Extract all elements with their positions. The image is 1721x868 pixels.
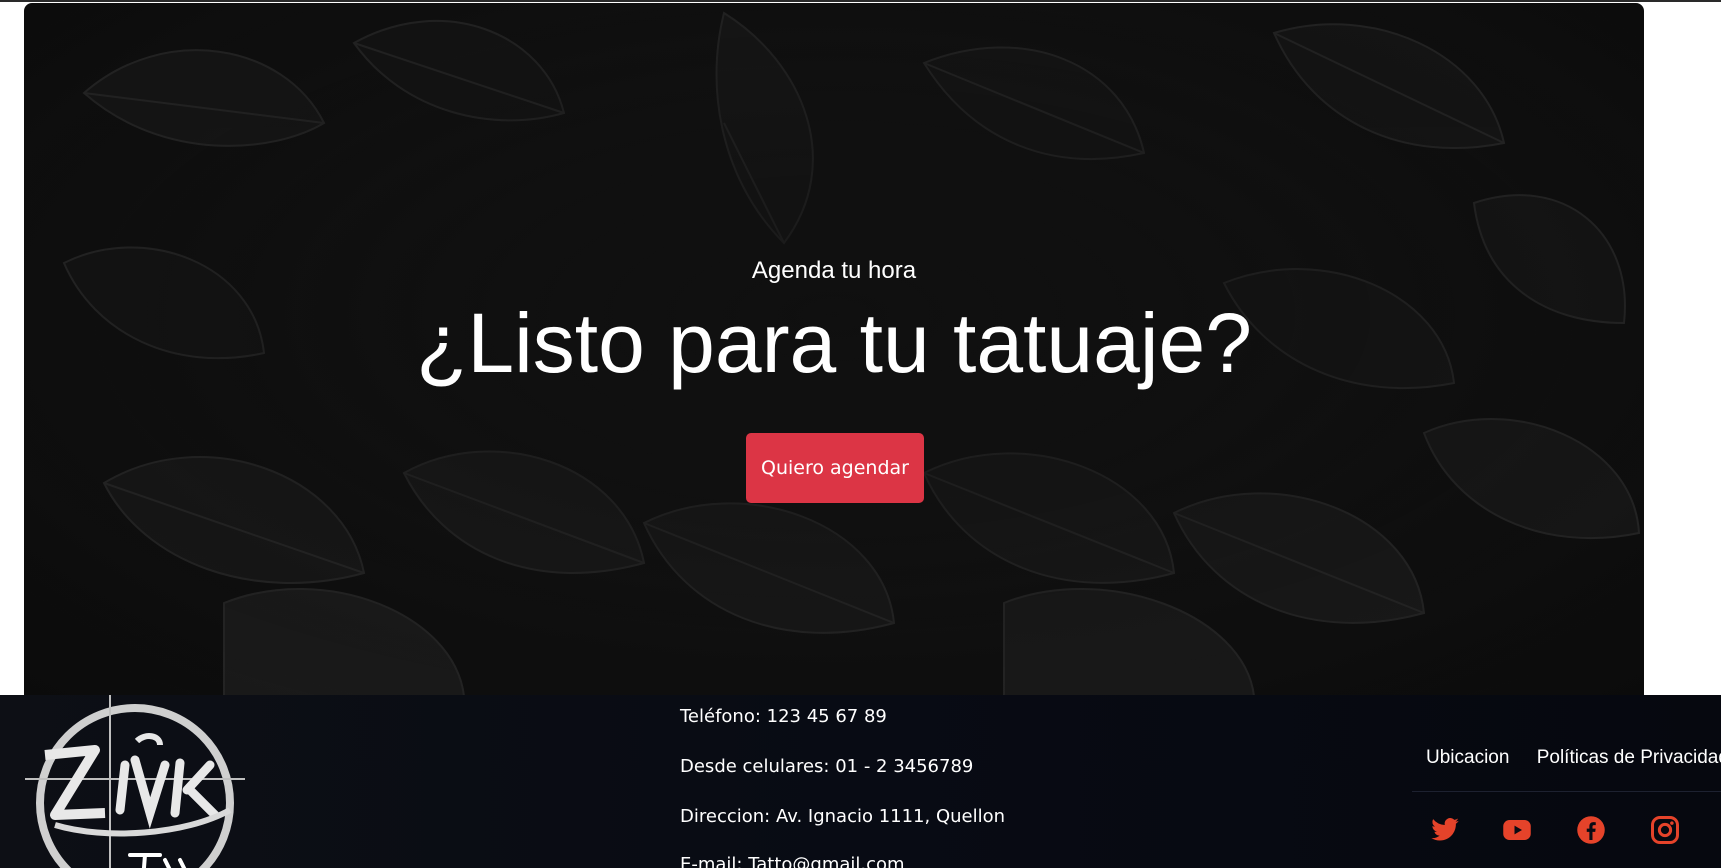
privacy-policy-link[interactable]: Políticas de Privacidad — [1537, 747, 1721, 768]
youtube-icon[interactable] — [1502, 815, 1532, 845]
instagram-icon[interactable] — [1650, 815, 1680, 845]
hero-content: Agenda tu hora ¿Listo para tu tatuaje? Q… — [24, 3, 1644, 696]
top-border — [0, 0, 1721, 2]
footer-links: Ubicacion Políticas de Privacidad — [1426, 747, 1721, 769]
contact-phone: Teléfono: 123 45 67 89 — [680, 706, 887, 727]
twitter-icon[interactable] — [1430, 815, 1460, 845]
contact-email: E-mail: Tatto@gmail.com — [680, 854, 905, 868]
contact-mobile: Desde celulares: 01 - 2 3456789 — [680, 756, 974, 777]
footer: Teléfono: 123 45 67 89 Desde celulares: … — [0, 695, 1721, 868]
location-link[interactable]: Ubicacion — [1426, 747, 1509, 768]
schedule-button[interactable]: Quiero agendar — [746, 433, 924, 503]
footer-divider — [1412, 791, 1721, 792]
facebook-icon[interactable] — [1576, 815, 1606, 845]
ziaiko-tattoo-logo[interactable] — [25, 695, 245, 868]
hero-title: ¿Listo para tu tatuaje? — [416, 296, 1252, 390]
contact-address: Direccion: Av. Ignacio 1111, Quellon — [680, 806, 1006, 827]
hero-banner: Agenda tu hora ¿Listo para tu tatuaje? Q… — [24, 3, 1644, 696]
hero-subtitle: Agenda tu hora — [751, 257, 917, 284]
